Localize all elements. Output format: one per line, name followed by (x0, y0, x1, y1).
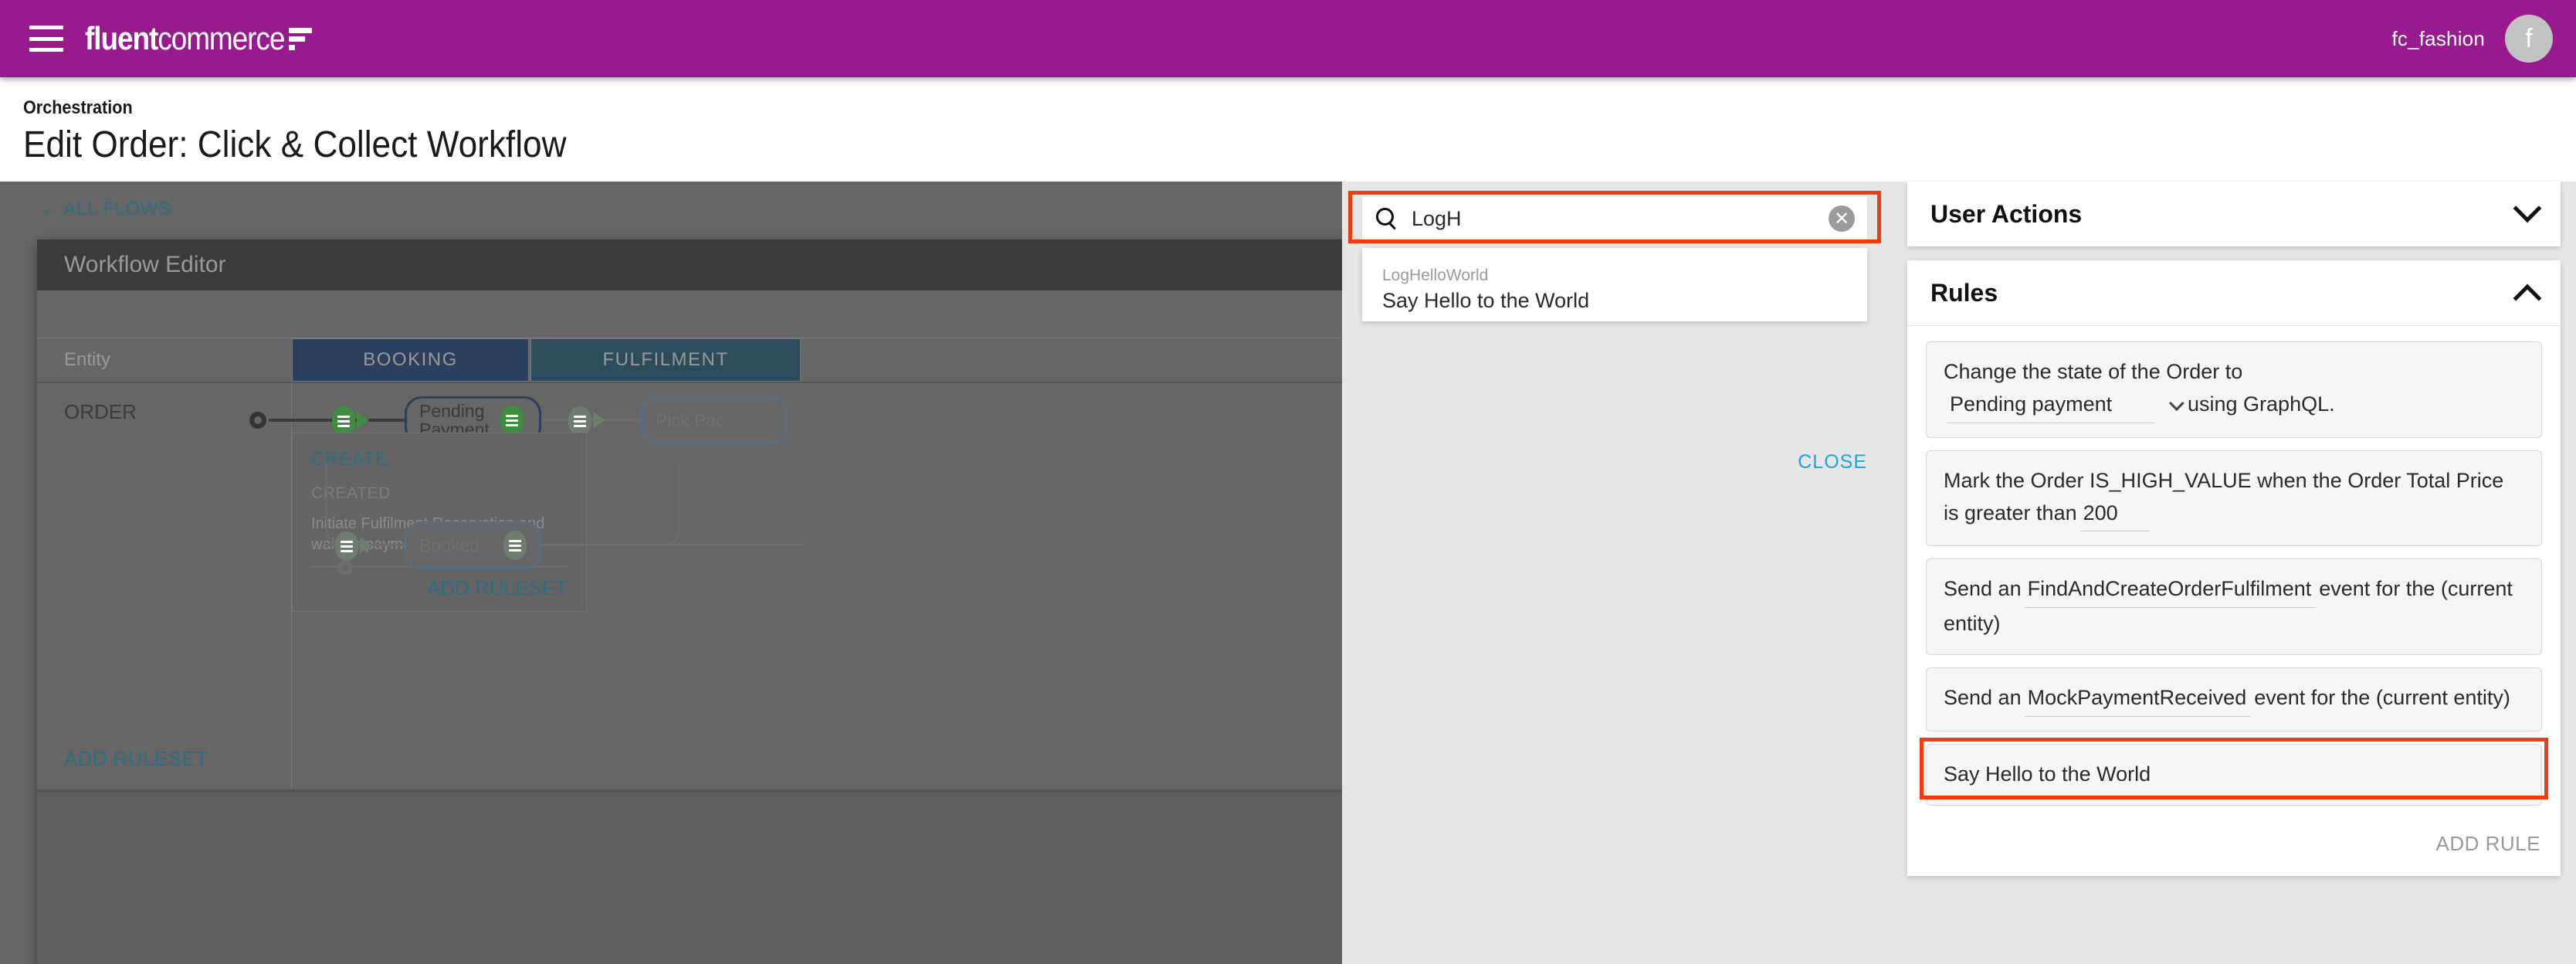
flow-edge-7 (541, 544, 804, 546)
lane-fulfilment[interactable]: FULFILMENT (530, 338, 801, 382)
lane-header-row: Entity BOOKING FULFILMENT (37, 338, 1342, 383)
state-node-booked[interactable]: Booked (405, 521, 541, 569)
rule-item-wrapper: Send anMockPaymentReceivedevent for the … (1926, 667, 2542, 731)
flow-route-2 (564, 463, 680, 545)
state-node-label: Booked (419, 536, 480, 555)
avatar[interactable]: f (2505, 15, 2553, 63)
rules-card: Rules Change the state of the Order to P… (1907, 260, 2561, 876)
suggestion-label: Say Hello to the World (1382, 289, 1847, 313)
event-name-input[interactable]: FindAndCreateOrderFulfilment (2025, 573, 2317, 608)
rule-text-pre: Say Hello to the World (1944, 762, 2151, 786)
workflow-editor-card: Workflow Editor Entity BOOKING FULFILMEN… (37, 239, 1342, 964)
search-suggestions-list: LogHelloWorld Say Hello to the World (1362, 248, 1867, 321)
clear-search-icon[interactable]: ✕ (1829, 205, 1855, 232)
rule-item-wrapper: Change the state of the Order to Pending… (1926, 341, 2542, 438)
workflow-editor-toolbar (37, 290, 1342, 338)
rule-item-wrapper: Mark the Order IS_HIGH_VALUE when the Or… (1926, 450, 2542, 547)
search-icon (1374, 207, 1398, 230)
state-node-pick-pack[interactable]: Pick Pac (641, 396, 788, 444)
rules-header[interactable]: Rules (1907, 260, 2561, 325)
page-header: Orchestration Edit Order: Click & Collec… (0, 77, 2576, 182)
rule-find-create-fulfilment[interactable]: Send anFindAndCreateOrderFulfilmentevent… (1926, 558, 2542, 655)
rule-text-post: event for the (current entity) (2254, 686, 2510, 709)
user-actions-title: User Actions (1930, 200, 2082, 229)
fluent-commerce-logo[interactable]: fluentcommerce (85, 20, 312, 57)
ruleset-icon-2[interactable] (568, 406, 591, 436)
event-name-input[interactable]: MockPaymentReceived (2025, 682, 2252, 717)
account-area: fc_fashion f (2391, 15, 2553, 63)
brand-bold-text: fluent (85, 20, 158, 57)
flow-edge-2 (369, 419, 408, 422)
chevron-up-icon[interactable] (2513, 284, 2542, 313)
flow-edge-4 (605, 419, 644, 421)
search-input[interactable]: LogH (1412, 207, 1462, 231)
top-app-bar: fluentcommerce fc_fashion f (0, 0, 2576, 77)
rule-say-hello[interactable]: Say Hello to the World (1926, 744, 2542, 806)
chevron-down-icon[interactable] (2513, 195, 2542, 223)
add-rule-button[interactable]: ADD RULE (1907, 827, 2561, 876)
right-rail: User Actions Rules Change the state of t… (1892, 182, 2576, 964)
state-node-label: Pick Pac (656, 411, 724, 429)
search-input-container[interactable]: LogH ✕ (1362, 197, 1867, 240)
flow-end-dot (337, 560, 353, 575)
close-button[interactable]: CLOSE (1798, 451, 1867, 474)
chevron-down-icon[interactable] (2169, 395, 2185, 411)
ruleset-icon-3[interactable] (335, 531, 358, 561)
list-item[interactable]: LogHelloWorld Say Hello to the World (1382, 266, 1847, 313)
lane-booking[interactable]: BOOKING (292, 338, 529, 382)
rule-text-post: using GraphQL. (2188, 392, 2335, 416)
hamburger-icon[interactable] (29, 25, 63, 52)
breadcrumb: Orchestration (23, 97, 2320, 119)
state-select[interactable]: Pending payment (1947, 389, 2155, 423)
ruleset-icon-1[interactable] (332, 406, 355, 436)
ruleset-icon-node-2[interactable] (503, 531, 527, 560)
swimlane-order: ORDER ADD RULESET PendingPayment (37, 383, 1342, 793)
threshold-input[interactable]: 200 (2080, 497, 2150, 532)
rule-high-value[interactable]: Mark the Order IS_HIGH_VALUE when the Or… (1926, 450, 2542, 547)
brand-light-text: commerce (158, 20, 284, 57)
rules-list: Change the state of the Order to Pending… (1907, 325, 2561, 827)
arrow-icon-3 (360, 537, 372, 554)
workflow-canvas: ← ALL FLOWS Workflow Editor Entity BOOKI… (0, 182, 1342, 964)
brand-bars-icon (289, 28, 312, 50)
rule-text-pre: Change the state of the Order to (1944, 360, 2242, 383)
rule-mock-payment[interactable]: Send anMockPaymentReceivedevent for the … (1926, 667, 2542, 731)
all-flows-link[interactable]: ← ALL FLOWS (40, 199, 171, 220)
swimlane-graph: PendingPayment Pick Pac CREATE CREATED (292, 383, 1342, 789)
workflow-editor-title: Workflow Editor (37, 239, 1342, 290)
rule-text-pre: Send an (1944, 577, 2022, 600)
arrow-icon-1 (357, 412, 369, 429)
add-ruleset-button-lane[interactable]: ADD RULESET (64, 747, 208, 771)
rule-text-pre: Mark the Order IS_HIGH_VALUE when the Or… (1944, 469, 2503, 524)
entity-column-header: Entity (37, 338, 292, 382)
rule-change-state[interactable]: Change the state of the Order to Pending… (1926, 341, 2542, 438)
account-name: fc_fashion (2391, 27, 2485, 51)
user-actions-card: User Actions (1907, 182, 2561, 246)
rule-text-pre: Send an (1944, 686, 2022, 709)
suggestion-code: LogHelloWorld (1382, 266, 1847, 285)
flow-edge-6 (372, 544, 408, 546)
overlay-right-region: LogH ✕ LogHelloWorld Say Hello to the Wo… (1342, 182, 2576, 964)
rule-item-wrapper: Send anFindAndCreateOrderFulfilmentevent… (1926, 558, 2542, 655)
user-actions-header[interactable]: User Actions (1907, 182, 2561, 246)
add-ruleset-button-card[interactable]: ADD RULESET (311, 576, 568, 600)
arrow-icon-2 (593, 412, 605, 429)
flow-start-dot (249, 412, 266, 429)
ruleset-icon-node-1[interactable] (500, 406, 524, 435)
swimlane-left-column: ORDER ADD RULESET (37, 383, 292, 789)
rules-title: Rules (1930, 279, 1998, 307)
rule-item-wrapper: Say Hello to the World (1926, 744, 2542, 806)
page-title: Edit Order: Click & Collect Workflow (23, 124, 2372, 166)
